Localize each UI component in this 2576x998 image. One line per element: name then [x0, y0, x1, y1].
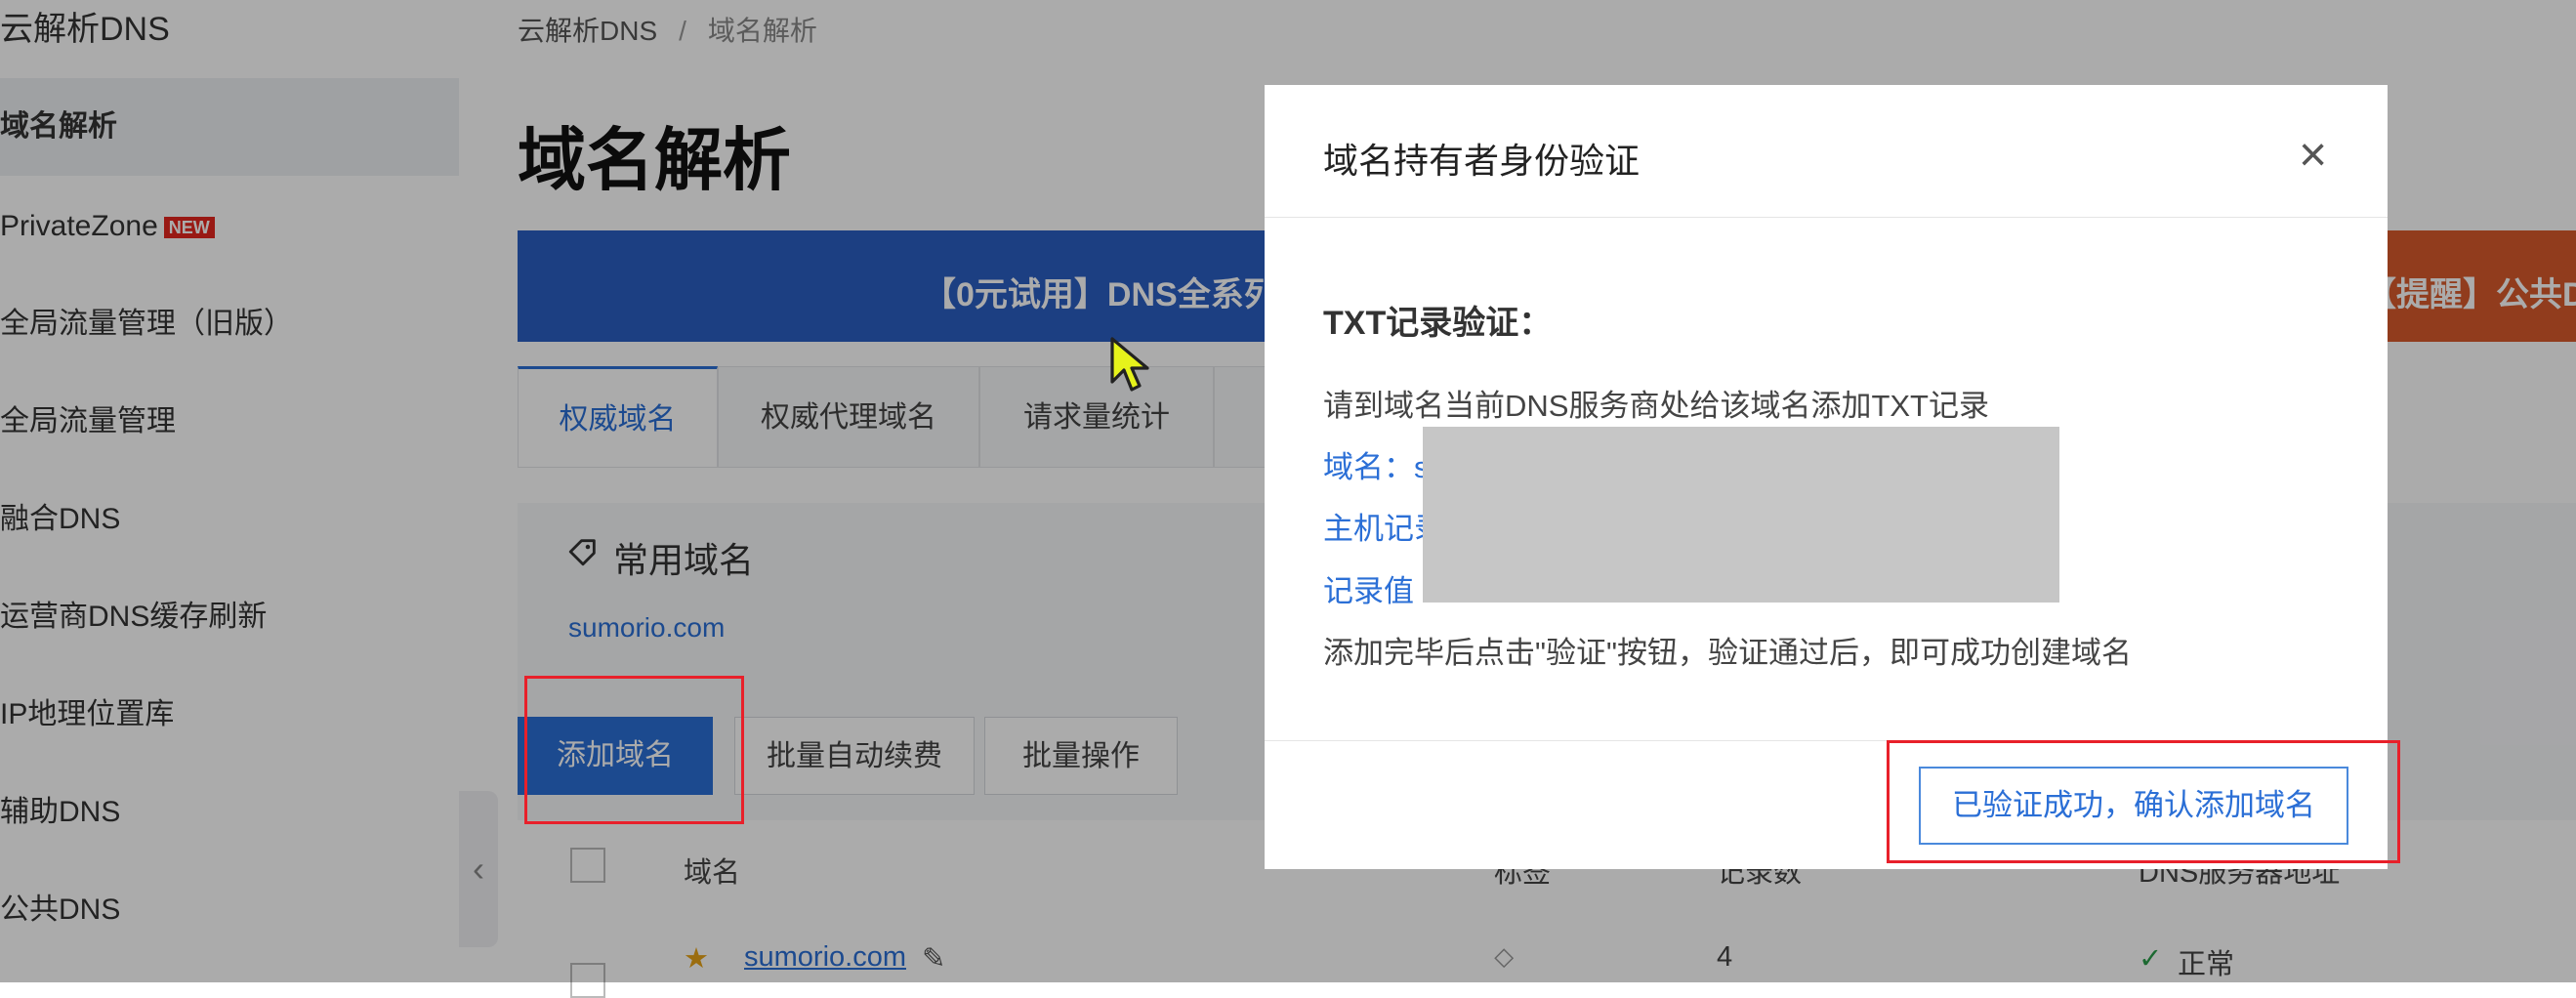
- record-value-label: 记录值: [1323, 574, 1414, 608]
- highlight-box: [524, 676, 744, 824]
- mouse-cursor-icon: [1108, 335, 1153, 400]
- txt-verification-heading: TXT记录验证：: [1323, 305, 1553, 342]
- redacted-area: [1423, 427, 2059, 603]
- dialog-title: 域名持有者身份验证: [1323, 141, 1641, 181]
- close-icon[interactable]: ×: [2299, 125, 2327, 184]
- instruction-text: 请到域名当前DNS服务商处给该域名添加TXT记录: [1323, 389, 1989, 423]
- highlight-box: [1887, 740, 2400, 863]
- divider: [1265, 217, 2388, 218]
- verification-note: 添加完毕后点击"验证"按钮，验证通过后，即可成功创建域名: [1323, 636, 2133, 670]
- domain-label: 域名：s: [1323, 450, 1430, 484]
